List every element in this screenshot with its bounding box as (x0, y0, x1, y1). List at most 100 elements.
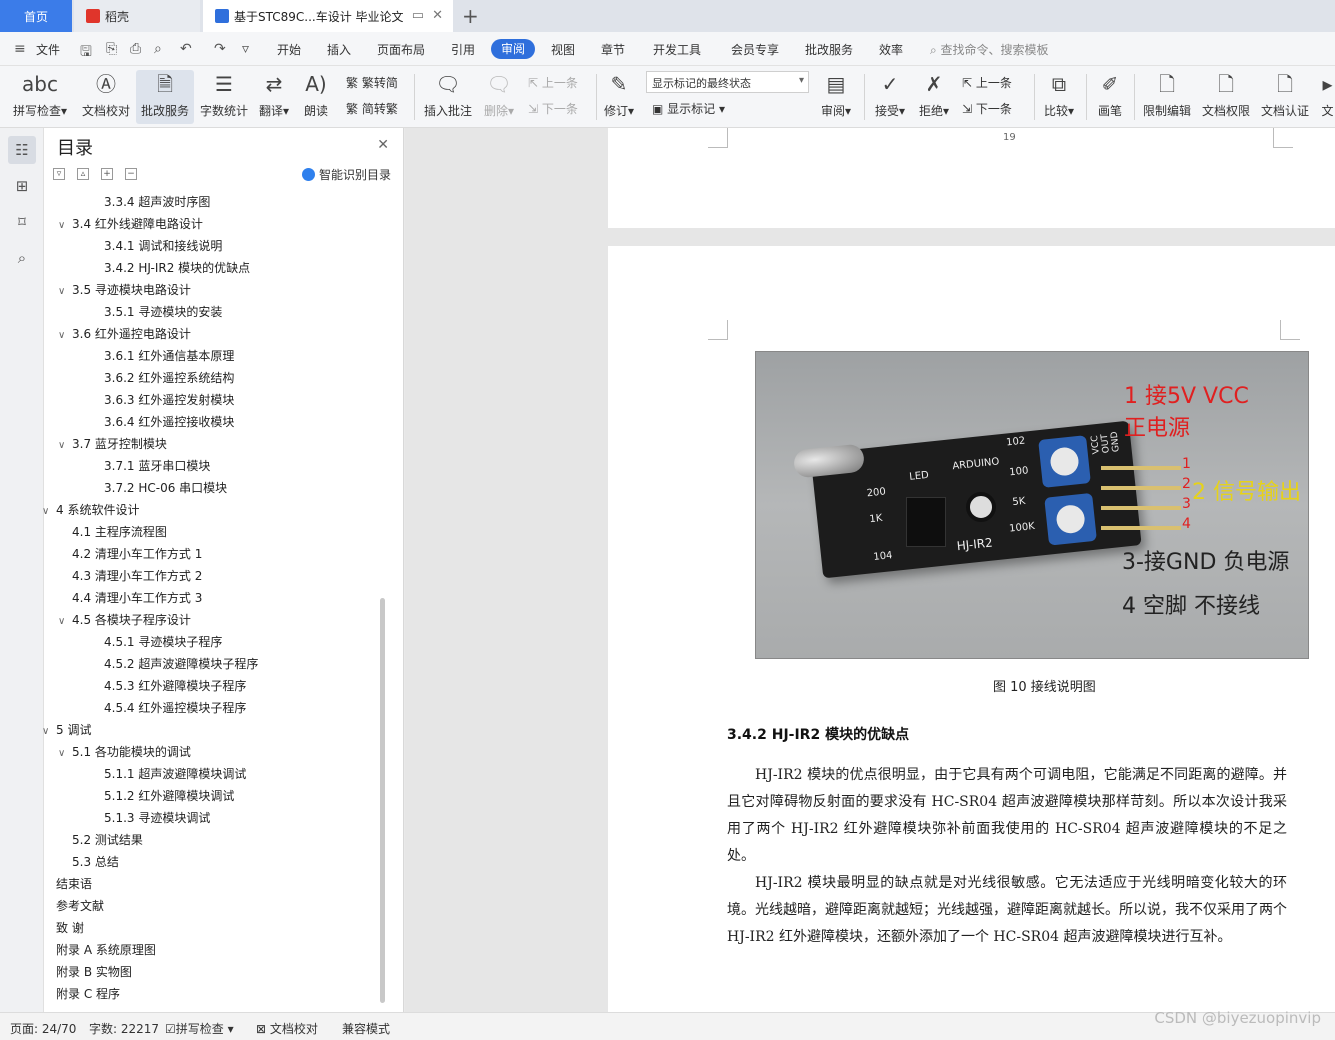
toc-item[interactable]: ∨ 3.4 红外线避障电路设计 (58, 213, 203, 235)
pen-button[interactable]: ✐ 画笔 (1094, 70, 1126, 124)
doc-certify-button[interactable]: 🗋 文档认证 (1258, 70, 1312, 124)
export-icon[interactable]: ⎘ (106, 41, 117, 57)
chevron-down-icon[interactable]: ∨ (58, 611, 72, 633)
toc-item[interactable]: 参考文献 (56, 895, 104, 917)
expand-up-icon[interactable]: ▵ (77, 168, 89, 180)
simp-to-trad-button[interactable]: 繁 简转繁 (346, 100, 398, 117)
chevron-down-icon[interactable]: ∨ (58, 325, 72, 347)
toc-item[interactable]: ∨ 4.5 各模块子程序设计 (58, 609, 191, 631)
undo-icon[interactable]: ↶ (180, 41, 192, 57)
window-icon[interactable]: ▭ (412, 8, 424, 23)
menu-start[interactable]: 开始 (277, 41, 301, 58)
menu-review[interactable]: 审阅 (491, 39, 535, 59)
next-change-button[interactable]: ⇲ 下一条 (962, 100, 1012, 117)
toc-item[interactable]: 4.5.2 超声波避障模块子程序 (104, 653, 258, 675)
toc-item[interactable]: 4.5.4 红外遥控模块子程序 (104, 697, 246, 719)
toc-panel-icon[interactable]: ☷ (8, 136, 36, 164)
accept-button[interactable]: ✓ 接受▾ (872, 70, 908, 124)
toc-item[interactable]: 3.6.1 红外通信基本原理 (104, 345, 234, 367)
menu-insert[interactable]: 插入 (327, 41, 351, 58)
toc-item[interactable]: ∨ 3.7 蓝牙控制模块 (58, 433, 167, 455)
redo-icon[interactable]: ↷ (214, 41, 226, 57)
menu-chapter[interactable]: 章节 (601, 41, 625, 58)
toc-item[interactable]: 4.2 清理小车工作方式 1 (72, 543, 202, 565)
doc-permission-button[interactable]: 🗋 文档权限 (1200, 70, 1252, 124)
chevron-down-icon[interactable]: ∨ (58, 743, 72, 765)
close-icon[interactable]: ✕ (377, 137, 389, 153)
toc-scrollbar[interactable] (380, 598, 385, 1003)
menu-developer[interactable]: 开发工具 (653, 41, 701, 58)
chevron-down-icon[interactable]: ∨ (42, 721, 56, 743)
toc-item[interactable]: 5.2 测试结果 (72, 829, 143, 851)
more-ribbon-button[interactable]: ▸ 文 (1320, 70, 1335, 124)
toc-item[interactable]: 3.6.3 红外遥控发射模块 (104, 389, 234, 411)
translate-button[interactable]: ⇄ 翻译▾ (256, 70, 292, 124)
trad-to-simp-button[interactable]: 繁 繁转简 (346, 74, 398, 91)
toc-item[interactable]: 附录 A 系统原理图 (56, 939, 156, 961)
quick-access-dropdown-icon[interactable]: ▿ (242, 41, 249, 57)
prev-change-button[interactable]: ⇱ 上一条 (962, 74, 1012, 91)
review-pane-button[interactable]: ▤ 审阅▾ (816, 70, 856, 124)
chevron-down-icon[interactable]: ∨ (58, 215, 72, 237)
toc-item[interactable]: 致 谢 (56, 917, 84, 939)
chevron-down-icon[interactable]: ∨ (58, 435, 72, 457)
delete-comment-button[interactable]: 🗨 删除▾ (480, 70, 518, 124)
toc-item[interactable]: ∨ 3.6 红外遥控电路设计 (58, 323, 191, 345)
toc-item[interactable]: 附录 B 实物图 (56, 961, 132, 983)
search-panel-icon[interactable]: ⌕ (8, 244, 36, 272)
word-count[interactable]: 字数: 22217 (89, 1020, 159, 1037)
show-markup-button[interactable]: ▣ 显示标记 ▾ (652, 100, 725, 117)
save-icon[interactable]: 🖫 (80, 41, 92, 65)
menu-correction[interactable]: 批改服务 (805, 41, 853, 58)
toc-item[interactable]: 5.1.2 红外避障模块调试 (104, 785, 234, 807)
chapter-nav-icon[interactable]: ⊞ (8, 172, 36, 200)
menu-page-layout[interactable]: 页面布局 (377, 41, 425, 58)
smart-toc-button[interactable]: 智能识别目录 (302, 166, 391, 183)
word-count-button[interactable]: ☰ 字数统计 (198, 70, 250, 124)
toc-item[interactable]: 5.3 总结 (72, 851, 119, 873)
restrict-editing-button[interactable]: 🗋 限制编辑 (1140, 70, 1194, 124)
toc-item[interactable]: 3.6.4 红外遥控接收模块 (104, 411, 234, 433)
prev-comment-button[interactable]: ⇱ 上一条 (528, 74, 578, 91)
toc-item[interactable]: 3.5.1 寻迹模块的安装 (104, 301, 222, 323)
toc-item[interactable]: 3.4.1 调试和接线说明 (104, 235, 222, 257)
menu-view[interactable]: 视图 (551, 41, 575, 58)
toc-item[interactable]: 3.7.1 蓝牙串口模块 (104, 455, 210, 477)
proofread-button[interactable]: Ⓐ 文档校对 (80, 70, 132, 124)
tab-daoke[interactable]: 稻壳 (74, 0, 200, 32)
toc-item[interactable]: ∨ 4 系统软件设计 (42, 499, 139, 521)
menu-references[interactable]: 引用 (451, 41, 475, 58)
tab-home[interactable]: 首页 (0, 0, 72, 32)
add-heading-icon[interactable]: + (101, 168, 113, 180)
toc-item[interactable]: 4.5.1 寻迹模块子程序 (104, 631, 222, 653)
status-spell-check[interactable]: ☑拼写检查 ▾ (165, 1020, 234, 1037)
toc-item[interactable]: 5.1.3 寻迹模块调试 (104, 807, 210, 829)
print-icon[interactable]: ⎙ (130, 41, 141, 57)
toc-item[interactable]: 4.5.3 红外避障模块子程序 (104, 675, 246, 697)
markup-state-select[interactable]: 显示标记的最终状态 (646, 71, 809, 93)
bookmark-icon[interactable]: ⌑ (8, 208, 36, 236)
hamburger-icon[interactable]: ≡ (14, 41, 26, 57)
toc-item[interactable]: 结束语 (56, 873, 92, 895)
menu-member[interactable]: 会员专享 (731, 41, 779, 58)
toc-item[interactable]: ∨ 5.1 各功能模块的调试 (58, 741, 191, 763)
compare-button[interactable]: ⧉ 比较▾ (1040, 70, 1078, 124)
toc-item[interactable]: ∨ 3.5 寻迹模块电路设计 (58, 279, 191, 301)
document-area[interactable]: 19 ARDUINO LED HJ-IR2 102 100 5K 100K 1K… (405, 128, 1335, 1012)
command-search[interactable]: ⌕ 查找命令、搜索模板 (930, 41, 1049, 58)
toc-item[interactable]: 4.3 清理小车工作方式 2 (72, 565, 202, 587)
toc-item[interactable]: 3.3.4 超声波时序图 (104, 191, 210, 213)
reject-button[interactable]: ✗ 拒绝▾ (916, 70, 952, 124)
menu-file[interactable]: 文件 (36, 41, 60, 58)
next-comment-button[interactable]: ⇲ 下一条 (528, 100, 578, 117)
chevron-down-icon[interactable]: ∨ (58, 281, 72, 303)
correction-service-button[interactable]: 🗎 批改服务 (136, 70, 194, 124)
toc-item[interactable]: 附录 C 程序 (56, 983, 120, 1005)
collapse-all-icon[interactable]: ▿ (53, 168, 65, 180)
menu-efficiency[interactable]: 效率 (879, 41, 903, 58)
remove-heading-icon[interactable]: − (125, 168, 137, 180)
insert-comment-button[interactable]: 🗨 插入批注 (422, 70, 474, 124)
status-proofread[interactable]: ⊠ 文档校对 (256, 1020, 318, 1037)
add-tab-icon[interactable]: + (462, 4, 479, 28)
read-aloud-button[interactable]: A) 朗读 (300, 70, 332, 124)
